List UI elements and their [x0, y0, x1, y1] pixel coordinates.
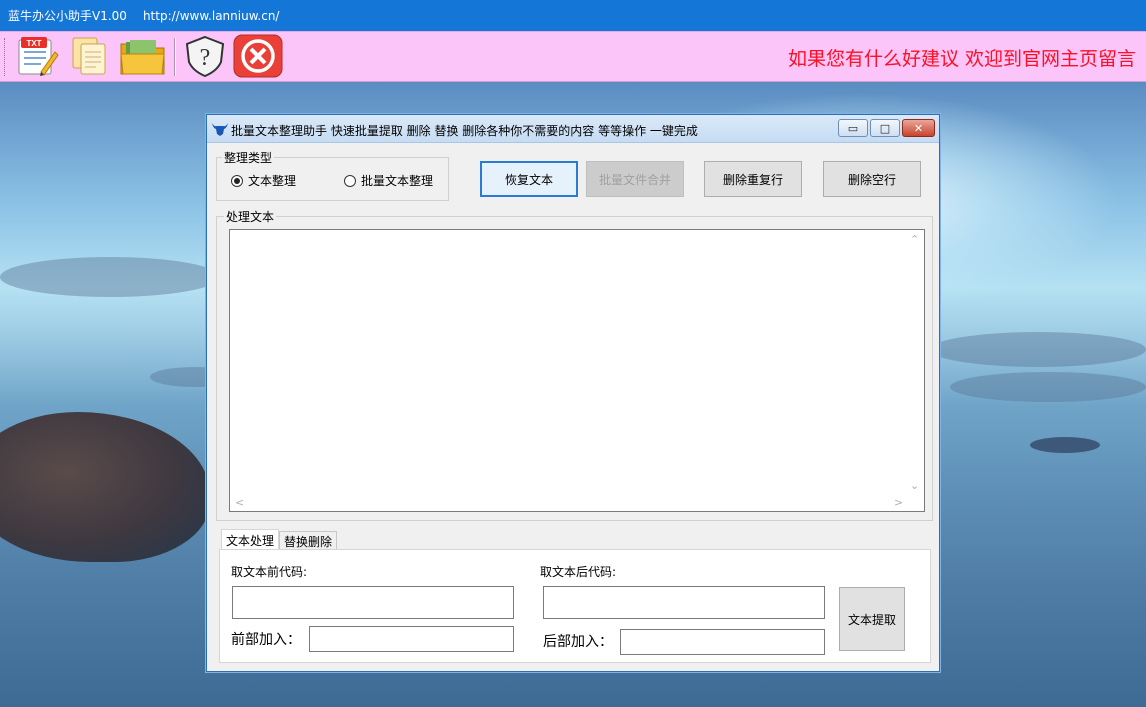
scroll-down-icon[interactable]: ⌄	[910, 480, 919, 491]
tab-text-process[interactable]: 文本处理	[221, 529, 280, 551]
folder-icon	[118, 34, 168, 81]
window-url: http://www.lanniuw.cn/	[142, 8, 280, 23]
prefix-input[interactable]	[309, 626, 514, 652]
txt-badge: TXT	[26, 39, 41, 48]
copy-button[interactable]	[64, 35, 114, 79]
suffix-input[interactable]	[620, 629, 825, 655]
scroll-right-icon[interactable]: >	[894, 497, 903, 508]
minimize-icon: ▭	[847, 121, 859, 135]
app-caption-text: 批量文本整理助手 快速批量提取 删除 替换 删除各种你不需要的内容 等等操作 一…	[231, 124, 698, 138]
feedback-message[interactable]: 如果您有什么好建议 欢迎到官网主页留言	[788, 44, 1136, 71]
vertical-scrollbar[interactable]: ⌃ ⌄	[907, 230, 924, 491]
remove-duplicates-button[interactable]: 删除重复行	[704, 161, 802, 197]
island	[1030, 437, 1100, 453]
scroll-up-icon[interactable]: ⌃	[910, 234, 919, 245]
radio-text-tidy[interactable]: 文本整理	[231, 172, 296, 189]
island	[0, 412, 210, 562]
window-titlebar[interactable]: 蓝牛办公小助手V1.00 http://www.lanniuw.cn/	[0, 0, 1146, 31]
type-group-legend: 整理类型	[222, 149, 275, 166]
radio-label: 批量文本整理	[361, 174, 434, 188]
app-window: 批量文本整理助手 快速批量提取 删除 替换 删除各种你不需要的内容 等等操作 一…	[206, 114, 940, 672]
close-icon: ✕	[913, 121, 924, 135]
txt-notepad-icon: TXT	[13, 34, 59, 81]
suffix-label: 后部加入：	[543, 634, 613, 650]
svg-text:?: ?	[200, 45, 211, 71]
prefix-label: 前部加入：	[231, 632, 301, 648]
cloud	[950, 372, 1146, 402]
process-textarea[interactable]: ⌃ ⌄ < >	[229, 229, 925, 512]
minimize-button[interactable]: ▭	[838, 119, 868, 137]
help-button[interactable]: ?	[180, 35, 230, 79]
toolbar: TXT ? 如果您有什么好建议 欢迎到官网主页留言	[0, 31, 1146, 82]
txt-edit-button[interactable]: TXT	[11, 35, 61, 79]
close-circle-icon	[233, 34, 283, 81]
window-title: 蓝牛办公小助手V1.00	[8, 9, 127, 23]
documents-icon	[66, 34, 112, 81]
batch-merge-button[interactable]: 批量文件合并	[586, 161, 684, 197]
restore-text-button[interactable]: 恢复文本	[480, 161, 578, 197]
close-button[interactable]: ✕	[902, 119, 935, 137]
horizontal-scrollbar[interactable]: < >	[230, 494, 908, 511]
after-code-label: 取文本后代码:	[540, 565, 617, 579]
radio-label: 文本整理	[248, 174, 297, 188]
extract-text-button[interactable]: 文本提取	[839, 587, 905, 651]
before-code-input[interactable]	[232, 586, 514, 619]
help-shield-icon: ?	[182, 34, 228, 81]
cloud	[930, 332, 1146, 367]
exit-button[interactable]	[233, 34, 283, 81]
before-code-label: 取文本前代码:	[231, 565, 308, 579]
app-caption[interactable]: 批量文本整理助手 快速批量提取 删除 替换 删除各种你不需要的内容 等等操作 一…	[207, 115, 939, 143]
maximize-icon: □	[879, 121, 891, 135]
scroll-left-icon[interactable]: <	[235, 497, 244, 508]
tab-panel: 取文本前代码: 取文本后代码: 前部加入： 后部加入： 文本提取	[219, 549, 931, 663]
tab-bar: 文本处理 替换删除	[221, 529, 338, 551]
radio-dot[interactable]	[344, 174, 356, 187]
remove-blank-lines-button[interactable]: 删除空行	[823, 161, 921, 197]
toolbar-separator	[174, 38, 176, 76]
radio-dot[interactable]	[231, 174, 243, 187]
maximize-button[interactable]: □	[870, 119, 900, 137]
cloud	[0, 257, 220, 297]
radio-batch-tidy[interactable]: 批量文本整理	[344, 172, 433, 189]
folder-button[interactable]	[118, 35, 168, 79]
tab-replace-delete[interactable]: 替换删除	[279, 531, 338, 551]
after-code-input[interactable]	[543, 586, 825, 619]
bull-logo-icon	[211, 121, 229, 137]
process-group-legend: 处理文本	[224, 208, 277, 225]
toolbar-grip[interactable]	[4, 38, 7, 76]
